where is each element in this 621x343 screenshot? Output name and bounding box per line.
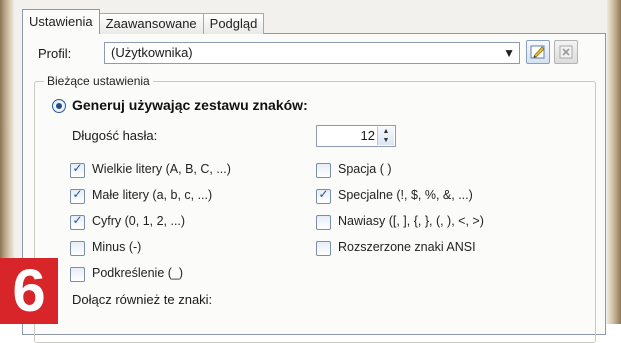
checkbox-digits-label[interactable]: Cyfry (0, 1, 2, ...) [92, 214, 185, 228]
checkbox-extended-ansi[interactable] [316, 241, 331, 256]
password-length-label: Długość hasła: [72, 128, 158, 143]
password-length-value[interactable]: 12 [361, 128, 375, 143]
delete-profile-button[interactable] [554, 40, 578, 64]
checkbox-digits[interactable]: ✓ [70, 213, 85, 230]
tab-ustawienia[interactable]: Ustawienia [22, 9, 100, 34]
step-number-badge: 6 [0, 258, 58, 324]
settings-window: Ustawienia Zaawansowane Podgląd Profil: … [14, 0, 607, 343]
tab-podglad[interactable]: Podgląd [202, 13, 265, 34]
generate-charset-radio[interactable] [52, 99, 66, 113]
profile-select[interactable]: (Użytkownika) ▼ [104, 42, 520, 64]
stepper-buttons[interactable]: ▲ ▼ [377, 127, 394, 145]
checkbox-uppercase[interactable]: ✓ [70, 161, 85, 178]
edit-profile-icon [530, 45, 545, 59]
checkbox-lowercase-label[interactable]: Małe litery (a, b, c, ...) [92, 188, 212, 202]
checkbox-minus[interactable] [70, 241, 85, 256]
checkmark-icon: ✓ [72, 161, 83, 175]
checkbox-extended-ansi-label[interactable]: Rozszerzone znaki ANSI [338, 240, 476, 254]
checkbox-lowercase[interactable]: ✓ [70, 187, 85, 204]
step-number: 6 [12, 257, 46, 324]
checkbox-underscore-label[interactable]: Podkreślenie (_) [92, 266, 183, 280]
checkbox-space[interactable] [316, 163, 331, 178]
window-frame-right [607, 0, 621, 324]
checkbox-minus-label[interactable]: Minus (-) [92, 240, 141, 254]
arrow-up-icon[interactable]: ▲ [378, 127, 394, 136]
checkmark-icon: ✓ [72, 187, 83, 201]
group-title: Bieżące ustawienia [44, 74, 153, 88]
chevron-down-icon[interactable]: ▼ [503, 46, 515, 60]
generate-charset-label[interactable]: Generuj używając zestawu znaków: [72, 97, 308, 113]
profile-label: Profil: [38, 46, 72, 61]
checkmark-icon: ✓ [72, 213, 83, 227]
checkbox-special-label[interactable]: Specjalne (!, $, %, &, ...) [338, 188, 473, 202]
include-also-label: Dołącz również te znaki: [72, 292, 213, 307]
checkbox-space-label[interactable]: Spacja ( ) [338, 162, 392, 176]
tab-zaawansowane[interactable]: Zaawansowane [98, 13, 204, 34]
password-length-stepper[interactable]: 12 ▲ ▼ [316, 125, 396, 147]
arrow-down-icon[interactable]: ▼ [378, 136, 394, 145]
checkbox-brackets-label[interactable]: Nawiasy ([, ], {, }, (, ), <, >) [338, 214, 484, 228]
checkbox-brackets[interactable] [316, 215, 331, 230]
profile-select-value: (Użytkownika) [111, 45, 193, 60]
checkbox-uppercase-label[interactable]: Wielkie litery (A, B, C, ...) [92, 162, 231, 176]
checkbox-underscore[interactable] [70, 267, 85, 282]
edit-profile-button[interactable] [526, 40, 550, 64]
checkmark-icon: ✓ [318, 187, 329, 201]
tab-strip: Ustawienia Zaawansowane Podgląd [22, 9, 265, 34]
checkbox-special[interactable]: ✓ [316, 187, 331, 204]
delete-profile-icon [559, 45, 573, 59]
